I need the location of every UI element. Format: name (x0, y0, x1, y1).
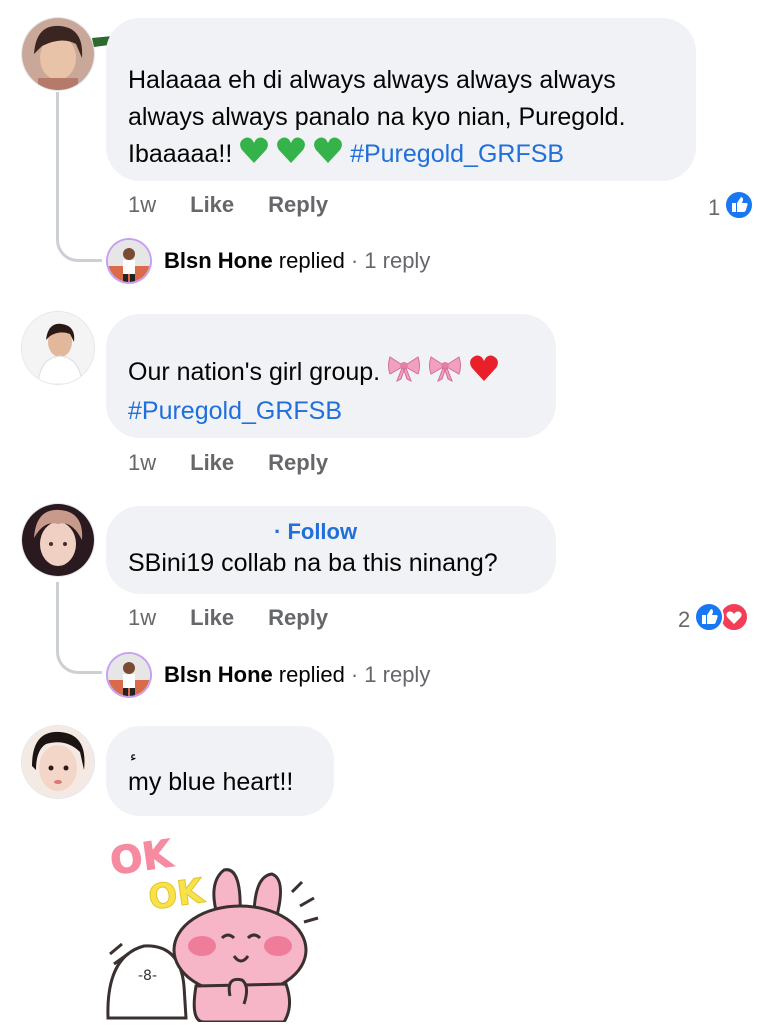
comment-bubble[interactable]: Our nation's girl group. #Puregold_GRFSB (106, 314, 556, 438)
like-reaction-icon (694, 602, 725, 638)
like-reaction-icon (724, 190, 755, 226)
reaction-count: 1 (708, 195, 721, 220)
reply-button[interactable]: Reply (268, 192, 328, 218)
like-button[interactable]: Like (190, 450, 234, 476)
reply-count: · 1 reply (350, 248, 431, 273)
reaction-summary[interactable]: 2 (678, 602, 750, 638)
replier-avatar (108, 654, 150, 696)
ribbon-icon (387, 354, 421, 393)
profile-photo (22, 18, 94, 90)
view-replies-link[interactable]: Blsn Hone replied · 1 reply (108, 240, 430, 282)
comment-bubble[interactable]: · Follow SBini19 collab na ba this ninan… (106, 506, 556, 594)
comment-text: Halaaaa eh di always always always alway… (128, 62, 674, 175)
commenter-name[interactable]: ء (128, 748, 312, 764)
green-heart-icon (313, 136, 343, 175)
reply-count: · 1 reply (350, 662, 431, 687)
commenter-avatar[interactable] (22, 504, 94, 576)
reply-button[interactable]: Reply (268, 605, 328, 631)
sticker-image[interactable]: OK OK -8- (104, 826, 344, 1024)
ribbon-icon (428, 354, 462, 393)
like-button[interactable]: Like (190, 605, 234, 631)
sticker-ok-yellow: OK (146, 871, 208, 919)
replied-label: replied (278, 662, 345, 687)
replier-name[interactable]: Blsn Hone (164, 248, 273, 274)
hashtag-link[interactable]: #Puregold_GRFSB (128, 393, 534, 430)
green-heart-icon (239, 136, 269, 175)
green-heart-icon (276, 136, 306, 175)
follow-button[interactable]: · Follow (274, 519, 357, 544)
red-heart-icon (469, 354, 499, 393)
replied-label: replied (278, 248, 345, 273)
commenter-avatar[interactable] (22, 312, 94, 384)
view-replies-link[interactable]: Blsn Hone replied · 1 reply (108, 654, 430, 696)
thread-connector (56, 92, 102, 262)
comment-actions: 1w Like Reply (128, 192, 362, 218)
comment-time[interactable]: 1w (128, 192, 156, 218)
like-button[interactable]: Like (190, 192, 234, 218)
comment-bubble[interactable]: Halaaaa eh di always always always alway… (106, 18, 696, 181)
comment-text: Our nation's girl group. #Puregold_GRFSB (128, 354, 534, 430)
commenter-avatar[interactable] (22, 726, 94, 798)
thread-connector (56, 582, 102, 674)
profile-photo (22, 312, 94, 384)
hashtag-link[interactable]: #Puregold_GRFSB (350, 140, 564, 168)
comment-time[interactable]: 1w (128, 450, 156, 476)
reaction-summary[interactable]: 1 (708, 190, 755, 226)
profile-photo (22, 504, 94, 576)
comment-bubble[interactable]: ء my blue heart!! (106, 726, 334, 816)
comment-actions: 1w Like Reply (128, 605, 362, 631)
comment-text: SBini19 collab na ba this ninang? (128, 549, 498, 577)
reply-button[interactable]: Reply (268, 450, 328, 476)
comment-text: my blue heart!! (128, 768, 294, 796)
profile-photo (22, 726, 94, 798)
comment-actions: 1w Like Reply (128, 450, 362, 476)
reaction-count: 2 (678, 607, 691, 632)
commenter-avatar[interactable] (22, 18, 94, 90)
svg-text:-8-: -8- (138, 968, 157, 984)
replier-name[interactable]: Blsn Hone (164, 662, 273, 688)
replier-avatar (108, 240, 150, 282)
comment-time[interactable]: 1w (128, 605, 156, 631)
